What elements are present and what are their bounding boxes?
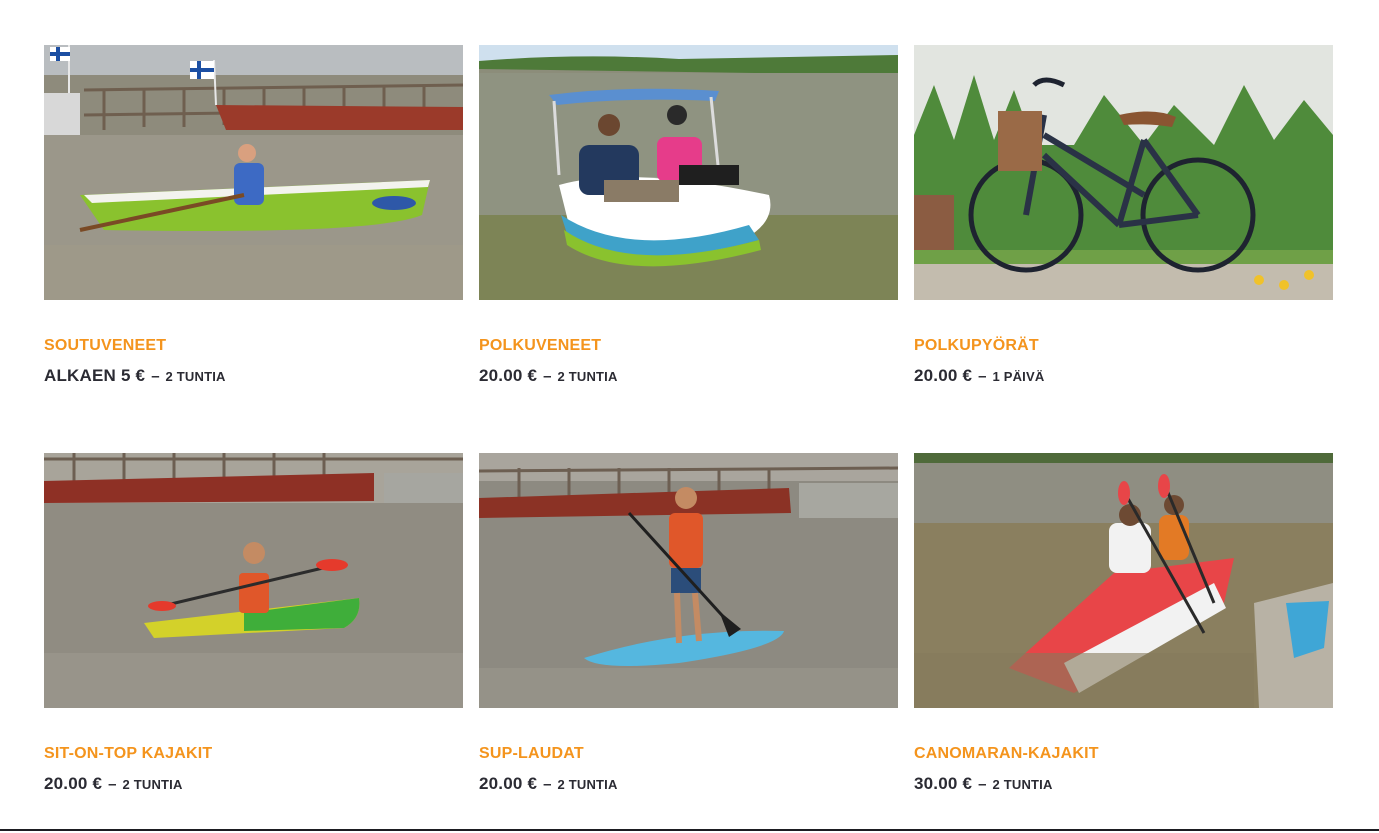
price-line: 20.00 € –2 TUNTIA bbox=[479, 366, 618, 386]
price-line: 20.00 € –2 TUNTIA bbox=[479, 774, 618, 794]
pedal-boat-photo[interactable] bbox=[479, 45, 898, 300]
product-price: 30.00 € bbox=[914, 774, 973, 793]
price-line: 30.00 € –2 TUNTIA bbox=[914, 774, 1053, 794]
price-line: 20.00 € –2 TUNTIA bbox=[44, 774, 183, 794]
canomaran-photo[interactable] bbox=[914, 453, 1333, 708]
product-title[interactable]: SUP-LAUDAT bbox=[479, 745, 584, 763]
product-price: 20.00 € bbox=[44, 774, 103, 793]
price-line: 20.00 € –1 PÄIVÄ bbox=[914, 366, 1044, 386]
price-line: ALKAEN 5 € –2 TUNTIA bbox=[44, 366, 226, 386]
rowboat-photo[interactable] bbox=[44, 45, 463, 300]
price-separator: – bbox=[978, 776, 987, 793]
product-price: 20.00 € bbox=[914, 366, 973, 385]
product-title[interactable]: CANOMARAN-KAJAKIT bbox=[914, 745, 1099, 763]
product-price: 20.00 € bbox=[479, 774, 538, 793]
price-separator: – bbox=[978, 368, 987, 385]
product-price: 20.00 € bbox=[479, 366, 538, 385]
price-separator: – bbox=[151, 368, 160, 385]
sup-board-photo[interactable] bbox=[479, 453, 898, 708]
product-price: ALKAEN 5 € bbox=[44, 366, 146, 385]
price-separator: – bbox=[543, 776, 552, 793]
product-title[interactable]: SOUTUVENEET bbox=[44, 337, 166, 355]
rental-duration: 2 TUNTIA bbox=[557, 369, 618, 384]
product-title[interactable]: POLKUPYÖRÄT bbox=[914, 337, 1039, 355]
rental-duration: 2 TUNTIA bbox=[165, 369, 226, 384]
rental-duration: 1 PÄIVÄ bbox=[992, 369, 1045, 384]
footer-divider bbox=[0, 829, 1379, 831]
product-title[interactable]: POLKUVENEET bbox=[479, 337, 601, 355]
rental-duration: 2 TUNTIA bbox=[122, 777, 183, 792]
kayak-photo[interactable] bbox=[44, 453, 463, 708]
price-separator: – bbox=[543, 368, 552, 385]
product-title[interactable]: SIT-ON-TOP KAJAKIT bbox=[44, 745, 212, 763]
rental-duration: 2 TUNTIA bbox=[992, 777, 1053, 792]
price-separator: – bbox=[108, 776, 117, 793]
bicycle-photo[interactable] bbox=[914, 45, 1333, 300]
rental-duration: 2 TUNTIA bbox=[557, 777, 618, 792]
